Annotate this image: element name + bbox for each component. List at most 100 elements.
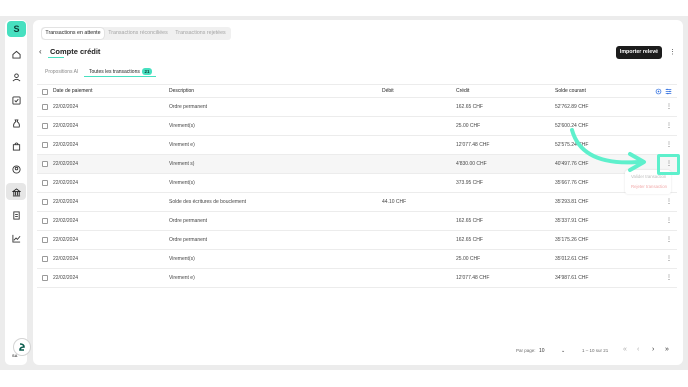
row-checkbox[interactable] <box>42 199 48 205</box>
row-checkbox[interactable] <box>42 104 48 110</box>
import-statement-button[interactable]: Importer relevé <box>616 46 662 59</box>
table-row[interactable]: 22/02/2024 Virement e) 12'077.48 CHF 34'… <box>37 269 677 288</box>
app-logo[interactable]: S <box>7 21 26 37</box>
row-checkbox[interactable] <box>42 218 48 224</box>
cell-date: 22/02/2024 <box>53 199 79 205</box>
cell-balance: 52'762.89 CHF <box>555 104 589 110</box>
header-debit[interactable]: Débit <box>382 85 394 98</box>
cell-credit: 162.65 CHF <box>456 104 483 110</box>
per-page-value: 10 <box>539 348 545 354</box>
row-checkbox[interactable] <box>42 256 48 262</box>
cell-balance: 35'337.91 CHF <box>555 218 589 224</box>
header-credit[interactable]: Crédit <box>456 85 469 98</box>
top-strip <box>0 0 688 16</box>
tutorial-highlight-box <box>657 154 680 175</box>
cell-credit: 4'830.00 CHF <box>456 161 487 167</box>
cell-date: 22/02/2024 <box>53 275 79 281</box>
more-vertical-icon[interactable]: ⋮ <box>669 48 676 56</box>
cell-description: Virement s) <box>169 161 195 167</box>
table-row[interactable]: 22/02/2024 Solde des écritures de boucle… <box>37 193 677 212</box>
per-page-select[interactable]: 10 ⌄ <box>539 346 567 356</box>
subtab-all-transactions[interactable]: Toutes les transactions <box>89 69 140 75</box>
document-icon[interactable] <box>11 210 21 220</box>
cell-date: 22/02/2024 <box>53 237 79 243</box>
table-header: Date de paiement Description Débit Crédi… <box>37 84 677 98</box>
header-date[interactable]: Date de paiement <box>53 85 92 98</box>
subtab-underline <box>84 76 156 77</box>
row-more-icon[interactable]: ⋮ <box>666 231 672 249</box>
tab-pending[interactable]: Transactions en attente <box>42 28 104 39</box>
table-row[interactable]: 22/02/2024 Ordre permanent 162.65 CHF 52… <box>37 98 677 117</box>
cell-description: Virement(s) <box>169 180 195 186</box>
transactions-count-badge: 21 <box>142 68 152 75</box>
row-more-icon[interactable]: ⋮ <box>666 98 672 116</box>
cell-description: Virement e) <box>169 275 195 281</box>
checklist-icon[interactable] <box>11 95 21 105</box>
cell-date: 22/02/2024 <box>53 256 79 262</box>
row-checkbox[interactable] <box>42 161 48 167</box>
cell-credit: 162.65 CHF <box>456 237 483 243</box>
first-page-icon[interactable]: « <box>623 346 627 353</box>
bottom-strip <box>0 370 688 387</box>
row-checkbox[interactable] <box>42 123 48 129</box>
cell-debit: 44.10 CHF <box>382 199 407 205</box>
cell-date: 22/02/2024 <box>53 218 79 224</box>
cell-description: Solde des écritures de bouclement <box>169 199 246 205</box>
cell-credit: 12'077.48 CHF <box>456 275 490 281</box>
bank-icon[interactable] <box>11 187 21 197</box>
cell-balance: 34'987.61 CHF <box>555 275 589 281</box>
row-checkbox[interactable] <box>42 275 48 281</box>
tab-rejected[interactable]: Transactions rejetées <box>172 28 229 39</box>
cell-date: 22/02/2024 <box>53 180 79 186</box>
row-more-icon[interactable]: ⋮ <box>666 212 672 230</box>
row-more-icon[interactable]: ⋮ <box>666 250 672 268</box>
cell-date: 22/02/2024 <box>53 142 79 148</box>
cell-balance: 35'175.26 CHF <box>555 237 589 243</box>
shopping-bag-icon[interactable] <box>11 141 21 151</box>
page-title: Compte crédit <box>50 47 101 56</box>
next-page-icon[interactable]: › <box>652 346 654 353</box>
cell-description: Virement(s) <box>169 123 195 129</box>
cell-credit: 162.65 CHF <box>456 218 483 224</box>
chevron-left-icon[interactable]: ‹ <box>39 47 42 56</box>
cell-balance: 35'293.81 CHF <box>555 199 589 205</box>
money-bag-icon[interactable] <box>11 118 21 128</box>
hand-money-icon[interactable] <box>11 72 21 82</box>
select-all-checkbox[interactable] <box>42 89 48 95</box>
menu-reject-transaction[interactable]: Rejeter transaction <box>631 184 667 189</box>
tutorial-arrow-icon <box>570 128 646 172</box>
row-more-icon[interactable]: ⋮ <box>666 193 672 211</box>
table-row[interactable]: 22/02/2024 Virement(s) 25.00 CHF 35'012.… <box>37 250 677 269</box>
cell-credit: 373.95 CHF <box>456 180 483 186</box>
row-checkbox[interactable] <box>42 142 48 148</box>
row-checkbox[interactable] <box>42 180 48 186</box>
cell-description: Virement e) <box>169 142 195 148</box>
columns-filter-icon[interactable] <box>665 88 672 95</box>
home-icon[interactable] <box>11 49 21 59</box>
header-description[interactable]: Description <box>169 85 194 98</box>
prev-page-icon[interactable]: ‹ <box>637 346 639 353</box>
cell-date: 22/02/2024 <box>53 104 79 110</box>
row-checkbox[interactable] <box>42 237 48 243</box>
cell-credit: 12'077.48 CHF <box>456 142 490 148</box>
last-page-icon[interactable]: » <box>665 346 669 353</box>
title-accent <box>48 57 64 58</box>
transaction-status-tabs: Transactions en attente Transactions réc… <box>41 27 231 40</box>
tab-reconciled[interactable]: Transactions réconciliées <box>106 28 170 39</box>
settings-icon[interactable] <box>655 88 662 95</box>
cell-description: Virement(s) <box>169 256 195 262</box>
user-circle-icon[interactable] <box>11 164 21 174</box>
cell-date: 22/02/2024 <box>53 161 79 167</box>
cell-credit: 25.00 CHF <box>456 123 481 129</box>
cell-date: 22/02/2024 <box>53 123 79 129</box>
subtab-ai-proposals[interactable]: Propositions AI <box>45 69 78 75</box>
cell-description: Ordre permanent <box>169 218 208 224</box>
row-more-icon[interactable]: ⋮ <box>666 269 672 287</box>
cell-balance: 35'012.61 CHF <box>555 256 589 262</box>
per-page-label: Par page: <box>516 348 536 353</box>
page-range: 1 – 10 sur 21 <box>582 348 609 353</box>
table-row[interactable]: 22/02/2024 Ordre permanent 162.65 CHF 35… <box>37 231 677 250</box>
table-row[interactable]: 22/02/2024 Ordre permanent 162.65 CHF 35… <box>37 212 677 231</box>
header-balance[interactable]: Solde courant <box>555 85 586 98</box>
chart-line-icon[interactable] <box>11 233 21 243</box>
